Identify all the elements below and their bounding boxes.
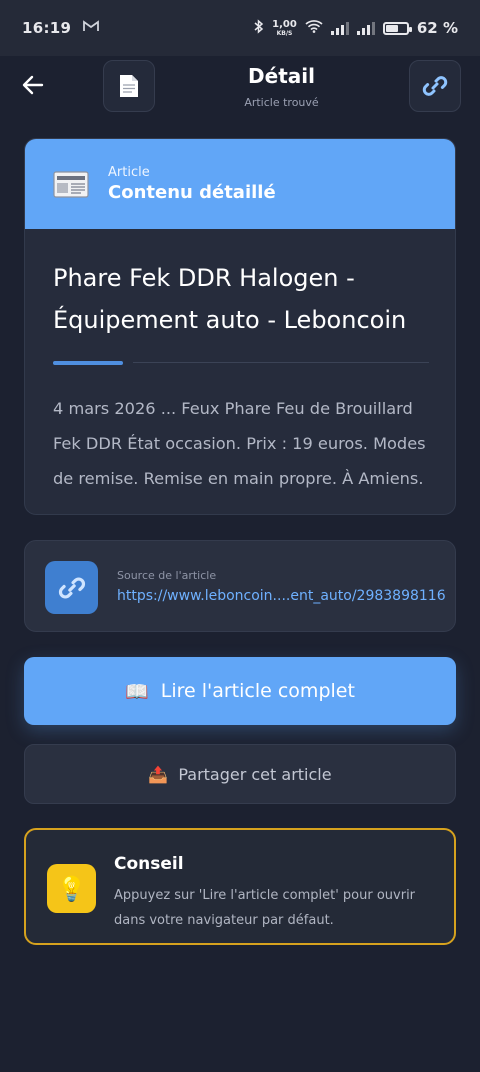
- tip-title: Conseil: [114, 854, 184, 874]
- document-icon: [120, 75, 138, 97]
- article-card-header: Article Contenu détaillé: [25, 139, 455, 229]
- wifi-icon: [305, 19, 323, 37]
- tip-text: Appuyez sur 'Lire l'article complet' pou…: [114, 888, 416, 928]
- arrow-left-icon: [22, 75, 44, 95]
- back-button[interactable]: [18, 70, 48, 100]
- signal-icon: [330, 21, 349, 35]
- open-book-icon: 📖: [125, 680, 149, 703]
- article-card-title: Contenu détaillé: [108, 182, 276, 203]
- article-card: Article Contenu détaillé Phare Fek DDR H…: [24, 138, 456, 515]
- read-full-article-button[interactable]: 📖 Lire l'article complet: [24, 657, 456, 725]
- status-time: 16:19: [22, 19, 72, 37]
- network-speed: 1,00 KB/S: [272, 18, 297, 37]
- page-subtitle: Article trouvé: [244, 96, 319, 109]
- bluetooth-icon: [254, 18, 264, 38]
- battery-percent: 62 %: [416, 19, 458, 37]
- newspaper-icon: [53, 171, 89, 198]
- link-icon: [45, 561, 98, 614]
- share-article-label: Partager cet article: [178, 764, 332, 784]
- source-card[interactable]: Source de l'article https://www.leboncoi…: [24, 540, 456, 632]
- page-title: Détail: [248, 64, 315, 88]
- article-snippet: 4 mars 2026 ... Feux Phare Feu de Brouil…: [53, 399, 426, 488]
- lightbulb-icon: 💡: [47, 864, 96, 913]
- battery-icon: [382, 21, 412, 35]
- read-full-article-label: Lire l'article complet: [160, 680, 355, 702]
- divider: [53, 361, 429, 365]
- app-header: Détail Article trouvé: [0, 56, 480, 120]
- document-button[interactable]: [103, 60, 155, 112]
- tip-card: 💡 Conseil Appuyez sur 'Lire l'article co…: [24, 828, 456, 945]
- gmail-icon: [83, 20, 100, 36]
- signal-icon-2: [356, 21, 375, 35]
- source-url-link[interactable]: https://www.leboncoin....ent_auto/298389…: [117, 588, 447, 604]
- link-icon: [422, 76, 448, 96]
- article-headline: Phare Fek DDR Halogen - Équipement auto …: [53, 264, 407, 334]
- share-article-button[interactable]: 📤 Partager cet article: [24, 744, 456, 804]
- source-label: Source de l'article: [117, 569, 217, 582]
- link-button[interactable]: [409, 60, 461, 112]
- status-bar: 16:19 1,00 KB/S 62 %: [0, 0, 480, 56]
- outbox-icon: 📤: [148, 764, 169, 784]
- article-kicker: Article: [108, 165, 150, 180]
